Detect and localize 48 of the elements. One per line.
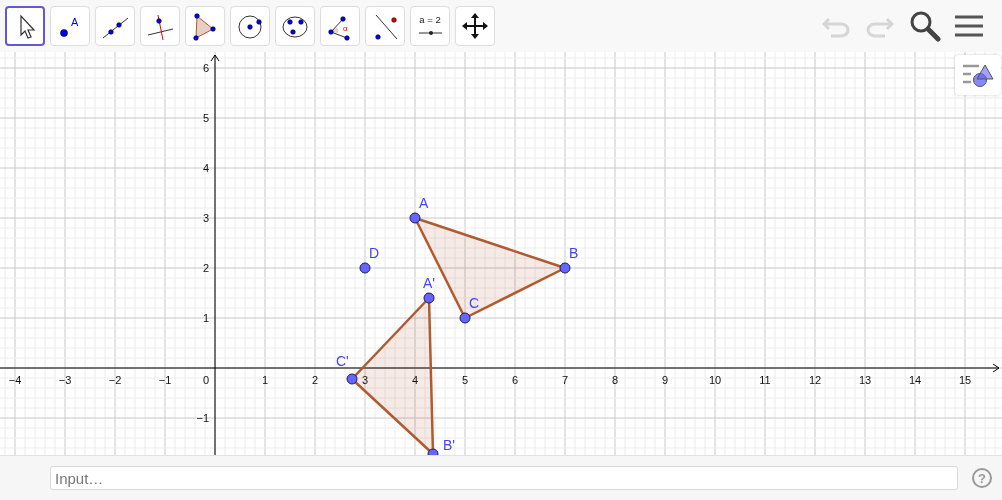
point-label: B bbox=[569, 245, 579, 261]
point bbox=[423, 292, 435, 304]
input-field[interactable]: Input… bbox=[50, 466, 958, 490]
menu-button[interactable] bbox=[955, 14, 983, 38]
axis-label: −4 bbox=[8, 374, 22, 386]
axis-label: 8 bbox=[611, 374, 619, 386]
point-label: D bbox=[369, 245, 380, 261]
axis-label: 1 bbox=[261, 374, 269, 386]
axis-label: 15 bbox=[958, 374, 972, 386]
four-arrows-icon bbox=[460, 11, 490, 41]
style-bar-button[interactable] bbox=[955, 55, 1001, 95]
axis-label: 12 bbox=[808, 374, 822, 386]
point bbox=[359, 262, 371, 274]
axis-label: 5 bbox=[461, 374, 469, 386]
axis-label: −1 bbox=[158, 374, 172, 386]
point bbox=[346, 373, 358, 385]
axis-label: 6 bbox=[202, 62, 209, 74]
axis-label: 14 bbox=[908, 374, 922, 386]
point-label: A bbox=[419, 195, 429, 211]
point bbox=[559, 262, 571, 274]
axis-label: 3 bbox=[361, 374, 369, 386]
point bbox=[427, 448, 439, 455]
search-button[interactable] bbox=[909, 10, 941, 42]
axis-label: 5 bbox=[202, 112, 209, 124]
axis-label: 4 bbox=[202, 162, 209, 174]
point-label: B' bbox=[443, 437, 455, 453]
axis-label: 4 bbox=[411, 374, 419, 386]
axis-label: 7 bbox=[561, 374, 569, 386]
axis-label: −1 bbox=[196, 412, 209, 424]
axis-label: 10 bbox=[708, 374, 722, 386]
tool-button[interactable] bbox=[5, 6, 45, 46]
axis-label: 0 bbox=[202, 374, 210, 386]
point-label: A' bbox=[423, 275, 435, 291]
axis-label: 2 bbox=[202, 262, 209, 274]
point bbox=[459, 312, 471, 324]
axis-label: 13 bbox=[858, 374, 872, 386]
point-label: C' bbox=[336, 353, 349, 369]
axis-label: 6 bbox=[511, 374, 519, 386]
axis-label: 1 bbox=[202, 312, 209, 324]
point-label: C bbox=[469, 295, 480, 311]
axis-label: −3 bbox=[58, 374, 72, 386]
axis-label: 9 bbox=[661, 374, 669, 386]
style-bar-icon bbox=[961, 62, 995, 88]
axis-label: 2 bbox=[311, 374, 319, 386]
point bbox=[409, 212, 421, 224]
axis-label: 11 bbox=[759, 374, 771, 386]
axis-label: 3 bbox=[202, 212, 209, 224]
axis-label: −2 bbox=[108, 374, 122, 386]
